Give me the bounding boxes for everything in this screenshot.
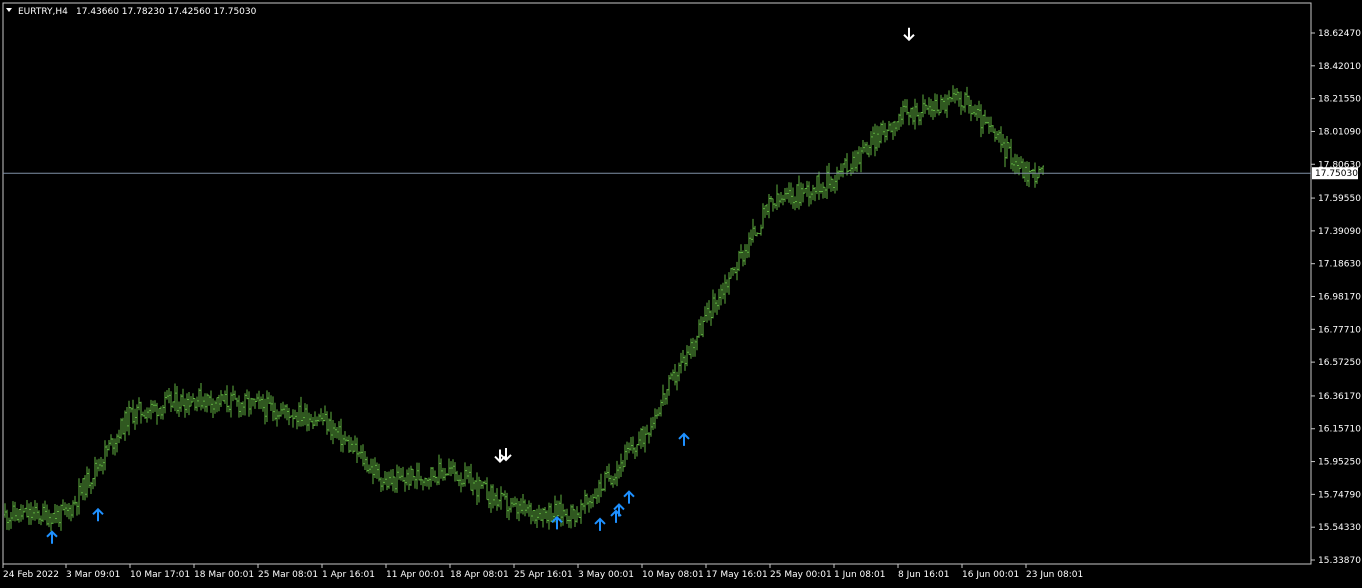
x-tick-label: 18 Mar 00:01 (194, 570, 254, 580)
buy-arrow-icon (623, 490, 635, 504)
y-tick-label: 15.95250 (1318, 458, 1361, 468)
current-price-label: 17.75030 (1315, 169, 1358, 179)
buy-arrow-icon (678, 432, 690, 446)
x-tick-label: 10 Mar 17:01 (130, 570, 190, 580)
y-tick-label: 15.33870 (1318, 556, 1361, 566)
x-tick-label: 17 May 16:01 (706, 570, 768, 580)
x-tick-label: 8 Jun 16:01 (898, 570, 949, 580)
y-tick-label: 15.74790 (1318, 490, 1361, 500)
x-tick-label: 3 Mar 09:01 (66, 570, 120, 580)
y-tick-label: 18.01090 (1318, 127, 1361, 137)
x-tick-label: 16 Jun 00:01 (962, 570, 1019, 580)
x-tick-label: 24 Feb 2022 (3, 570, 59, 580)
x-tick-label: 25 May 00:01 (770, 570, 832, 580)
x-tick-label: 25 Mar 08:01 (258, 570, 318, 580)
y-tick-label: 17.18630 (1318, 260, 1361, 270)
y-tick-label: 18.42010 (1318, 62, 1361, 72)
ohlc-readout: 17.43660 17.78230 17.42560 17.75030 (76, 7, 257, 17)
x-tick-label: 10 May 08:01 (642, 570, 704, 580)
x-tick-label: 3 May 00:01 (578, 570, 634, 580)
buy-arrow-icon (46, 530, 58, 544)
x-tick-label: 23 Jun 08:01 (1026, 570, 1083, 580)
y-tick-label: 18.62470 (1318, 29, 1361, 39)
x-tick-label: 18 Apr 08:01 (450, 570, 509, 580)
chevron-down-icon (6, 8, 12, 12)
buy-arrow-icon (594, 517, 606, 531)
y-tick-label: 16.77710 (1318, 325, 1361, 335)
y-tick-label: 18.21550 (1318, 95, 1361, 105)
buy-arrow-icon (92, 507, 104, 522)
chart-window[interactable]: EURTRY,H4 17.43660 17.78230 17.42560 17.7… (0, 0, 1362, 584)
price-chart[interactable]: EURTRY,H4 17.43660 17.78230 17.42560 17.7… (0, 0, 1362, 584)
x-tick-label: 25 Apr 16:01 (514, 570, 573, 580)
plot-frame (2, 2, 1312, 565)
x-tick-label: 11 Apr 00:01 (386, 570, 445, 580)
sell-arrow-icon (903, 27, 915, 42)
sell-arrow-icon (494, 449, 506, 463)
y-tick-label: 16.57250 (1318, 358, 1361, 368)
y-tick-label: 17.39090 (1318, 227, 1361, 237)
x-tick-label: 1 Jun 08:01 (834, 570, 885, 580)
y-tick-label: 17.59550 (1318, 194, 1361, 204)
symbol-timeframe: EURTRY,H4 (18, 7, 68, 17)
y-tick-label: 16.36170 (1318, 392, 1361, 402)
y-tick-label: 15.54330 (1318, 523, 1361, 533)
x-tick-label: 1 Apr 16:01 (322, 570, 375, 580)
y-tick-label: 16.15710 (1318, 425, 1361, 435)
y-tick-label: 16.98170 (1318, 293, 1361, 303)
